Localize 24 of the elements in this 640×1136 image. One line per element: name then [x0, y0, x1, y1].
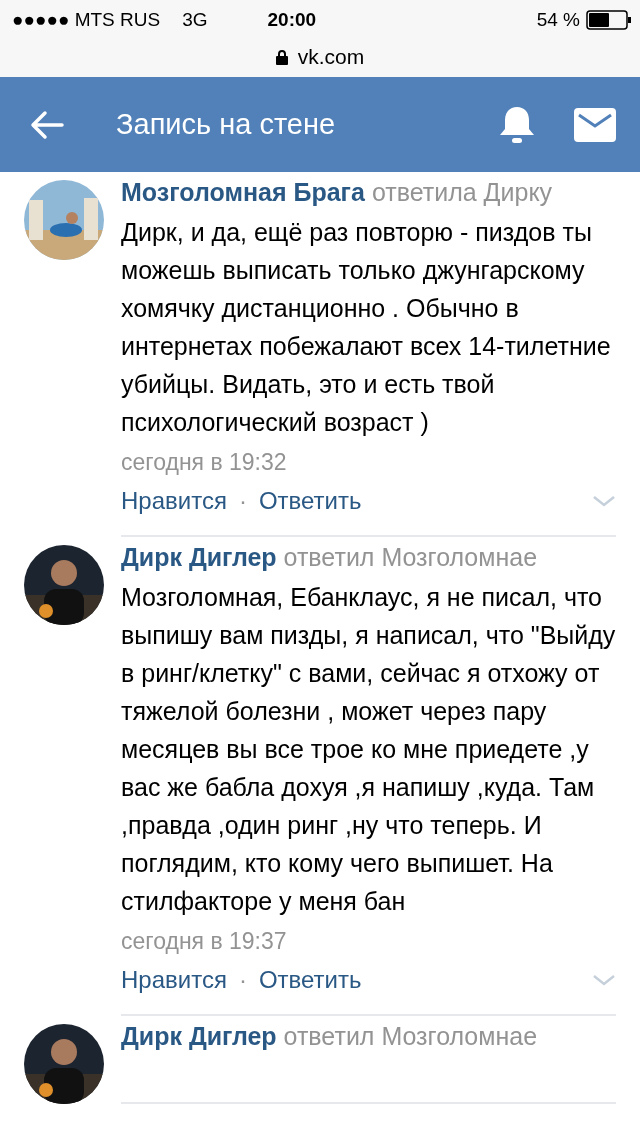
- bell-icon[interactable]: [498, 104, 536, 145]
- page-title: Запись на стене: [116, 108, 337, 141]
- reply-link[interactable]: Ответить: [258, 481, 362, 521]
- clock: 20:00: [267, 9, 317, 31]
- comment-header: Дирк Диглер ответил Мозголомнае: [121, 1021, 539, 1052]
- like-link[interactable]: Нравится: [121, 481, 227, 521]
- separator-dot: ·: [238, 486, 247, 516]
- network-type: 3G: [182, 9, 208, 31]
- lock-icon: [275, 49, 288, 65]
- battery-percent: 54 %: [536, 9, 580, 31]
- comment-time: сегодня в 19:32: [121, 448, 288, 477]
- reply-link[interactable]: Ответить: [258, 960, 362, 1000]
- like-link[interactable]: Нравится: [121, 960, 227, 1000]
- battery-icon: [586, 10, 632, 30]
- comment-time: сегодня в 19:37: [121, 927, 288, 956]
- carrier-name: ●●●●● MTS RUS: [12, 9, 161, 31]
- comment-header: Дирк Диглер ответил Мозголомнае: [121, 542, 539, 573]
- comment-header: Мозголомная Брага ответила Дирку: [121, 177, 554, 208]
- separator-dot: ·: [238, 965, 247, 995]
- mail-icon[interactable]: [574, 107, 616, 142]
- comment-text: Мозголомная, Ебанклаус, я не писал, что выпишу вам пизды, я написал, что "Выйду в ринг/клетку" с вами, сейчас я отхожу от тяжелой болезни , может через пару месяцев вы все трое ко мне приедете ,у вас же бабла дохуя ,я напишу ,куда. Там ,правда ,один ринг ,ну что теперь. И поглядим, кто кому чего выпишет. На стилфакторе у меня бан: [121, 582, 616, 917]
- back-arrow-icon[interactable]: [30, 109, 64, 140]
- url-address[interactable]: vk.com: [297, 45, 365, 69]
- comment-text: Дирк, и да, ещё раз повторю - пиздов ты можешь выписать только джунгарскому хомячку дистанционно . Обычно в интернетах побежалают всех 14-тилетние убийцы. Видать, это и есть твой психологический возраст ): [121, 217, 612, 438]
